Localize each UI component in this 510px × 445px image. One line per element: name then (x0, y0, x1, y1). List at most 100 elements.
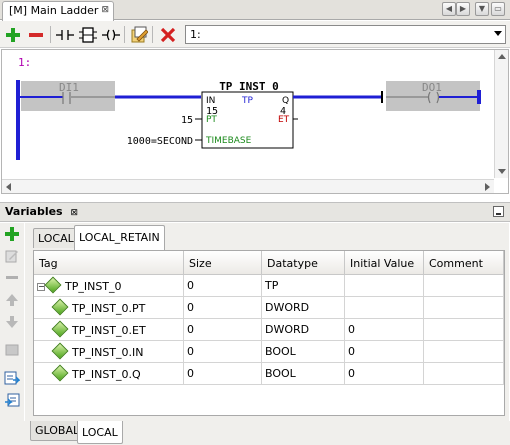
cell-initial-value[interactable]: 0 (345, 341, 424, 363)
variables-table[interactable]: Tag Size Datatype Initial Value Comment … (33, 250, 505, 416)
cell-comment[interactable] (424, 363, 504, 385)
minimize-panel-button[interactable] (493, 206, 504, 217)
cell-datatype[interactable]: BOOL (262, 363, 345, 385)
toolbar-separator (124, 26, 125, 43)
add-icon (5, 227, 19, 241)
cell-initial-value[interactable]: 0 (345, 319, 424, 341)
cell-size[interactable]: 0 (184, 341, 262, 363)
table-row[interactable]: TP_INST_0.ET (34, 319, 184, 341)
pin-timebase-label: TIMEBASE (205, 136, 252, 146)
address-button[interactable] (3, 341, 21, 359)
close-tab-icon[interactable]: ⊠ (101, 5, 109, 15)
column-header-initial-value[interactable]: Initial Value (345, 251, 424, 275)
remove-icon (29, 33, 43, 37)
scroll-tabs-right-button[interactable]: ▶ (456, 2, 470, 16)
tab-global-label: GLOBAL (35, 424, 80, 437)
tab-local-scope[interactable]: LOCAL (77, 421, 123, 444)
scroll-tabs-left-button[interactable]: ◀ (442, 2, 456, 16)
cell-datatype[interactable]: DWORD (262, 319, 345, 341)
contact-icon (56, 30, 74, 40)
add-variable-button[interactable] (3, 225, 21, 243)
remove-rung-button[interactable] (26, 25, 46, 45)
left-power-rail (16, 80, 20, 160)
scroll-left-icon[interactable] (6, 183, 11, 191)
minimize-icon (496, 213, 501, 215)
cell-comment[interactable] (424, 297, 504, 319)
tab-global[interactable]: GLOBAL (30, 421, 85, 441)
cell-datatype[interactable]: TP (262, 275, 345, 297)
variable-icon (51, 298, 69, 316)
cell-size[interactable]: 0 (184, 319, 262, 341)
edit-variable-button[interactable] (3, 247, 21, 265)
cell-comment[interactable] (424, 341, 504, 363)
contact-di1-label: DI1 (59, 81, 79, 94)
move-up-button[interactable] (3, 291, 21, 309)
insert-coil-button[interactable] (101, 25, 121, 45)
variable-icon (51, 364, 69, 382)
column-header-datatype[interactable]: Datatype (262, 251, 345, 275)
ladder-vertical-scrollbar[interactable] (494, 50, 508, 178)
timebase-input-value[interactable]: 1000=SECOND (127, 136, 193, 147)
table-row[interactable]: TP_INST_0.PT (34, 297, 184, 319)
cell-size[interactable]: 0 (184, 363, 262, 385)
toolbar-separator (152, 26, 153, 43)
cell-datatype[interactable]: DWORD (262, 297, 345, 319)
ladder-horizontal-scrollbar[interactable] (2, 179, 494, 193)
close-variables-icon[interactable]: ⊠ (70, 208, 78, 218)
cell-datatype[interactable]: BOOL (262, 341, 345, 363)
maximize-editor-button[interactable]: ▭ (491, 2, 505, 16)
move-down-icon (6, 316, 18, 328)
scroll-up-icon[interactable] (498, 54, 506, 59)
column-header-size[interactable]: Size (184, 251, 262, 275)
table-row[interactable]: − TP_INST_0 (34, 275, 184, 297)
cell-initial-value[interactable] (345, 275, 424, 297)
rung-select[interactable]: 1: (185, 25, 506, 44)
export-icon (4, 371, 20, 385)
add-icon (6, 28, 20, 42)
cell-tag: TP_INST_0.PT (72, 302, 146, 315)
variable-icon (51, 320, 69, 338)
import-icon (5, 393, 20, 407)
coil-do1-label: DO1 (422, 81, 442, 94)
delete-button[interactable] (158, 25, 178, 45)
tab-list-button[interactable]: ▼ (475, 2, 489, 16)
tab-main-ladder[interactable]: [M] Main Ladder ⊠ (2, 1, 114, 21)
edit-block-button[interactable] (129, 25, 149, 45)
pt-input-value[interactable]: 15 (181, 115, 193, 126)
variable-icon (51, 342, 69, 360)
tab-local-retain[interactable]: LOCAL_RETAIN (74, 225, 165, 250)
variable-icon (44, 276, 62, 294)
move-down-button[interactable] (3, 313, 21, 331)
export-variables-button[interactable] (3, 369, 21, 387)
tab-local[interactable]: LOCAL (33, 228, 79, 248)
insert-function-block-button[interactable] (78, 25, 98, 45)
cell-initial-value[interactable]: 0 (345, 363, 424, 385)
pin-q-label: Q (282, 96, 289, 106)
add-rung-button[interactable] (3, 25, 23, 45)
column-header-comment[interactable]: Comment (424, 251, 504, 275)
variables-panel-title: Variables ⊠ (5, 205, 78, 218)
scroll-right-icon[interactable] (485, 183, 490, 191)
cell-comment[interactable] (424, 275, 504, 297)
move-up-icon (6, 294, 18, 306)
coil-icon (102, 29, 120, 41)
delete-icon (160, 27, 176, 43)
remove-variable-button[interactable] (3, 269, 21, 287)
cell-comment[interactable] (424, 319, 504, 341)
address-icon (5, 344, 19, 356)
import-variables-button[interactable] (3, 391, 21, 409)
cell-initial-value[interactable] (345, 297, 424, 319)
rung-number-label: 1: (18, 56, 31, 69)
cell-size[interactable]: 0 (184, 297, 262, 319)
fb-type-label: TP (241, 96, 253, 106)
cell-tag: TP_INST_0.ET (72, 324, 146, 337)
cell-size[interactable]: 0 (184, 275, 262, 297)
tab-local-label: LOCAL (38, 232, 74, 245)
scroll-down-icon[interactable] (498, 169, 506, 174)
toolbar-separator (50, 26, 51, 43)
insert-contact-button[interactable] (55, 25, 75, 45)
column-header-tag[interactable]: Tag (34, 251, 184, 275)
edit-icon (5, 250, 18, 263)
table-row[interactable]: TP_INST_0.Q (34, 363, 184, 385)
table-row[interactable]: TP_INST_0.IN (34, 341, 184, 363)
